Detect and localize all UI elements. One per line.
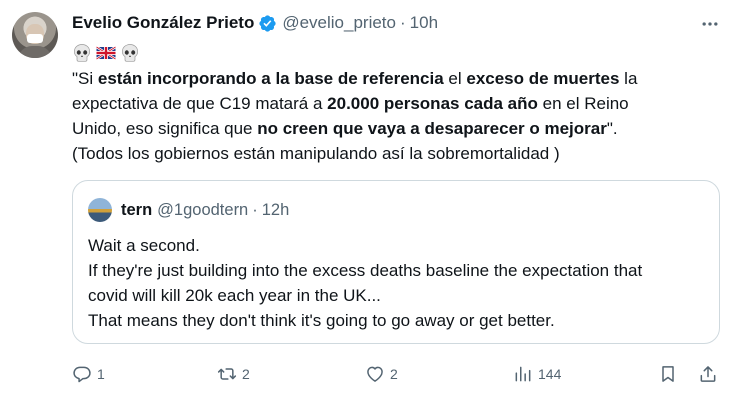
avatar-mask	[27, 34, 43, 43]
quoted-header-separator: ·	[252, 200, 258, 219]
reply-button[interactable]: 1	[72, 362, 105, 386]
quoted-line-3: covid will kill 20k each year in the UK.…	[88, 286, 381, 305]
repost-icon	[217, 368, 237, 380]
quoted-line-1: Wait a second.	[88, 236, 200, 255]
text-bold-segment: no creen que vaya a desaparecer o mejora…	[257, 119, 607, 138]
text-segment: "Si	[72, 69, 98, 88]
author-name[interactable]: Evelio González Prieto	[72, 13, 254, 33]
quoted-tweet-timestamp[interactable]: 12h	[262, 201, 290, 220]
tweet-line-3: Unido, eso significa que no creen que va…	[72, 116, 712, 141]
text-bold-segment: están incorporando a la base de referenc…	[97, 69, 444, 88]
tweet-timestamp[interactable]: 10h	[410, 13, 438, 33]
skull-emoji	[74, 44, 90, 62]
text-segment: expectativa de que C19 matará a	[72, 94, 328, 113]
heart-icon	[367, 366, 383, 382]
quoted-author-name[interactable]: tern	[121, 201, 152, 220]
quoted-tweet[interactable]: tern @1goodtern · 12h Wait a second. If …	[72, 180, 720, 344]
header-separator: ·	[399, 13, 406, 32]
views-button[interactable]: 144	[513, 362, 561, 386]
uk-flag-emoji	[96, 45, 116, 61]
bookmark-button[interactable]	[658, 362, 683, 386]
text-segment: la	[619, 69, 638, 88]
share-button[interactable]	[698, 362, 723, 386]
tweet-header: Evelio González Prieto @evelio_prieto · …	[72, 12, 438, 34]
views-icon	[515, 366, 531, 382]
quoted-tweet-header: tern @1goodtern · 12h	[121, 198, 289, 222]
verified-badge-icon	[259, 14, 276, 32]
quoted-author-avatar[interactable]	[88, 198, 112, 222]
author-avatar[interactable]	[12, 12, 58, 58]
text-bold-segment: 20.000 personas cada año	[327, 94, 538, 113]
bookmark-icon	[662, 366, 674, 382]
quoted-author-handle[interactable]: @1goodtern	[157, 201, 248, 220]
more-options-icon	[702, 22, 718, 26]
text-bold-segment: exceso de muertes	[466, 69, 620, 88]
reply-count: 1	[97, 366, 105, 382]
text-segment: en el Reino	[537, 94, 629, 113]
text-segment: ".	[606, 119, 618, 138]
quoted-line-4: That means they don't think it's going t…	[88, 311, 555, 330]
tweet-line-4: (Todos los gobiernos están manipulando a…	[72, 144, 560, 163]
emoji-row	[72, 42, 140, 64]
avatar-shirt	[18, 46, 52, 58]
author-handle[interactable]: @evelio_prieto	[282, 13, 396, 33]
views-count: 144	[538, 366, 562, 382]
text-segment: Unido, eso significa que	[72, 119, 258, 138]
reply-icon	[73, 366, 91, 383]
skull-emoji	[122, 44, 138, 62]
quoted-tweet-text: Wait a second. If they're just building …	[88, 233, 708, 333]
like-button[interactable]: 2	[365, 362, 398, 386]
tweet-line-2: expectativa de que C19 matará a 20.000 p…	[72, 91, 712, 116]
repost-count: 2	[242, 366, 250, 382]
text-segment: el	[443, 69, 467, 88]
like-count: 2	[390, 366, 398, 382]
tweet-line-1: "Si están incorporando a la base de refe…	[72, 66, 712, 91]
share-icon	[700, 366, 716, 382]
quoted-line-2: If they're just building into the excess…	[88, 261, 643, 280]
action-bar: 1 2 2 144	[72, 362, 722, 386]
more-options-button[interactable]	[698, 12, 722, 36]
repost-button[interactable]: 2	[217, 362, 250, 386]
tweet-text: "Si están incorporando a la base de refe…	[72, 66, 712, 166]
